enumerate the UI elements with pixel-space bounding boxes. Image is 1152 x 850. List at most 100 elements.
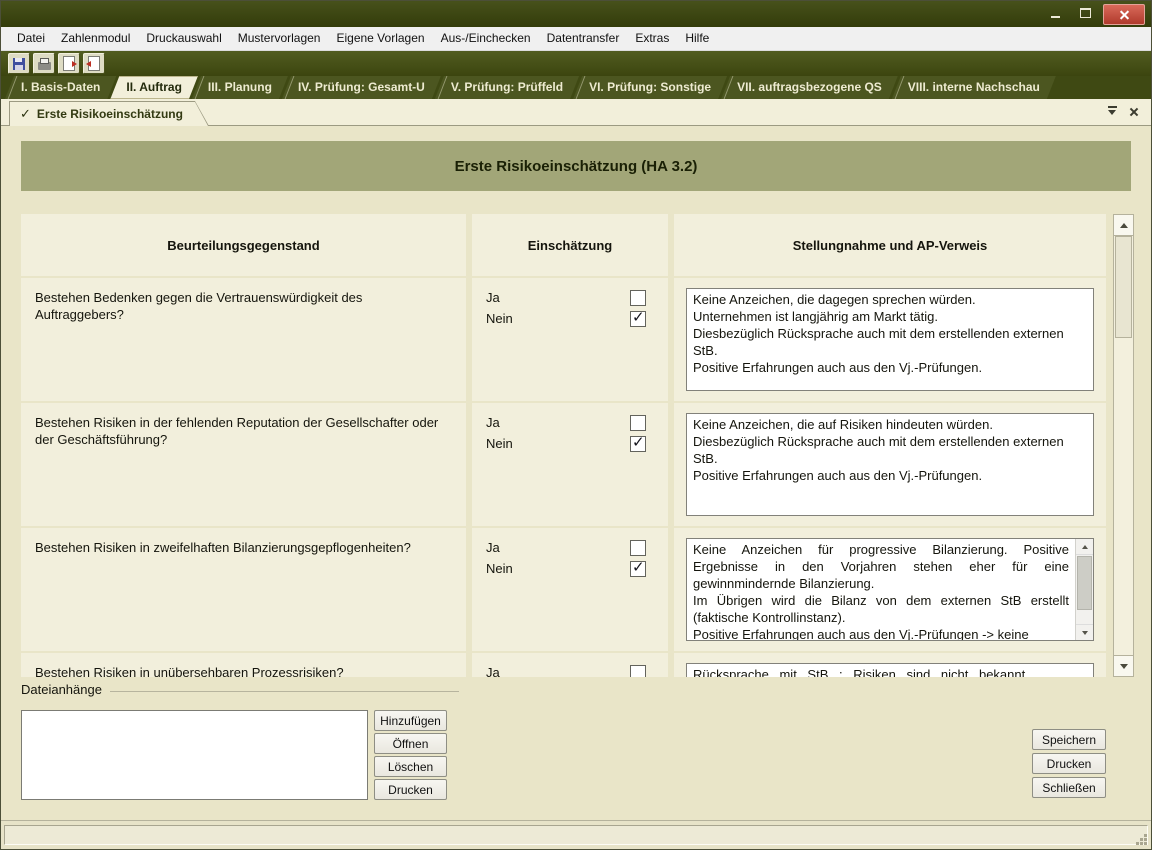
status-bar bbox=[1, 820, 1151, 849]
resize-grip[interactable] bbox=[1135, 833, 1148, 846]
loeschen-button[interactable]: Löschen bbox=[374, 756, 447, 777]
scroll-down-icon[interactable] bbox=[1114, 655, 1133, 676]
statement-textbox[interactable]: Keine Anzeichen, die auf Risiken hindeut… bbox=[686, 413, 1094, 516]
question-text: Bestehen Bedenken gegen die Vertrauenswü… bbox=[21, 278, 466, 323]
ja-checkbox[interactable] bbox=[630, 665, 646, 678]
title-bar bbox=[1, 1, 1151, 27]
tab-basis-daten[interactable]: I. Basis-Daten bbox=[5, 76, 116, 99]
scrollbar-thumb[interactable] bbox=[1077, 556, 1092, 610]
nein-checkbox[interactable] bbox=[630, 311, 646, 327]
statement-textbox[interactable]: Keine Anzeichen für progressive Bilanzie… bbox=[686, 538, 1094, 641]
menu-bar: Datei Zahlenmodul Druckauswahl Mustervor… bbox=[1, 27, 1151, 51]
ja-label: Ja bbox=[486, 290, 500, 305]
checkin-button[interactable] bbox=[83, 53, 105, 74]
assessment-cell: Ja bbox=[472, 653, 668, 677]
menu-item-eigene-vorlagen[interactable]: Eigene Vorlagen bbox=[328, 27, 432, 50]
tab-interne-nachschau[interactable]: VIII. interne Nachschau bbox=[892, 76, 1056, 99]
question-text: Bestehen Risiken in unübersehbaren Proze… bbox=[21, 653, 466, 677]
menu-item-datei[interactable]: Datei bbox=[9, 27, 53, 50]
attachments-listbox[interactable] bbox=[21, 710, 368, 800]
nein-label: Nein bbox=[486, 311, 513, 326]
nein-checkbox[interactable] bbox=[630, 561, 646, 577]
menu-item-mustervorlagen[interactable]: Mustervorlagen bbox=[230, 27, 329, 50]
col-header-beurteilungsgegenstand: Beurteilungsgegenstand bbox=[21, 214, 466, 276]
document-tab-row: ✓ Erste Risikoeinschätzung bbox=[1, 99, 1151, 126]
close-document-icon[interactable] bbox=[1129, 107, 1139, 117]
attachments-group-label: Dateianhänge bbox=[21, 682, 102, 697]
question-cell: Bestehen Risiken in zweifelhaften Bilanz… bbox=[21, 528, 466, 651]
menu-item-zahlenmodul[interactable]: Zahlenmodul bbox=[53, 27, 138, 50]
hinzufuegen-button[interactable]: Hinzufügen bbox=[374, 710, 447, 731]
subtab-label: Erste Risikoeinschätzung bbox=[37, 107, 183, 121]
ja-checkbox[interactable] bbox=[630, 290, 646, 306]
check-icon: ✓ bbox=[20, 106, 31, 122]
menu-item-druckauswahl[interactable]: Druckauswahl bbox=[138, 27, 229, 50]
statement-cell: Keine Anzeichen für progressive Bilanzie… bbox=[674, 528, 1106, 651]
statement-textbox[interactable]: Rücksprache mit StB : Risiken sind nicht… bbox=[686, 663, 1094, 677]
question-cell: Bestehen Risiken in unübersehbaren Proze… bbox=[21, 653, 466, 677]
groupbox-line bbox=[110, 691, 459, 692]
question-text: Bestehen Risiken in zweifelhaften Bilanz… bbox=[21, 528, 466, 556]
tab-auftragsbezogene-qs[interactable]: VII. auftragsbezogene QS bbox=[721, 76, 898, 99]
nein-label: Nein bbox=[486, 561, 513, 576]
tab-planung[interactable]: III. Planung bbox=[192, 76, 288, 99]
statement-textbox[interactable]: Keine Anzeichen, die dagegen sprechen wü… bbox=[686, 288, 1094, 391]
tab-label: V. Prüfung: Prüffeld bbox=[451, 80, 563, 94]
statement-text: Keine Anzeichen, die auf Risiken hindeut… bbox=[687, 414, 1093, 484]
tab-label: VI. Prüfung: Sonstige bbox=[589, 80, 711, 94]
menu-item-aus-einchecken[interactable]: Aus-/Einchecken bbox=[433, 27, 539, 50]
minimize-button[interactable] bbox=[1043, 4, 1068, 22]
statement-text: Rücksprache mit StB : Risiken sind nicht… bbox=[687, 664, 1093, 677]
ja-label: Ja bbox=[486, 415, 500, 430]
scroll-up-icon[interactable] bbox=[1076, 539, 1093, 555]
subtab-erste-risikoeinschaetzung[interactable]: ✓ Erste Risikoeinschätzung bbox=[9, 101, 209, 126]
oeffnen-button[interactable]: Öffnen bbox=[374, 733, 447, 754]
menu-item-hilfe[interactable]: Hilfe bbox=[677, 27, 717, 50]
question-cell: Bestehen Risiken in der fehlenden Reputa… bbox=[21, 403, 466, 526]
close-button[interactable] bbox=[1103, 4, 1145, 25]
maximize-icon bbox=[1080, 8, 1091, 18]
main-scrollbar[interactable] bbox=[1113, 214, 1134, 677]
tab-label: IV. Prüfung: Gesamt-U bbox=[298, 80, 425, 94]
schliessen-button[interactable]: Schließen bbox=[1032, 777, 1106, 798]
statement-text: Keine Anzeichen für progressive Bilanzie… bbox=[687, 539, 1075, 641]
statement-cell: Keine Anzeichen, die dagegen sprechen wü… bbox=[674, 278, 1106, 401]
drucken-attach-button[interactable]: Drucken bbox=[374, 779, 447, 800]
tab-pruefung-prueffeld[interactable]: V. Prüfung: Prüffeld bbox=[435, 76, 579, 99]
tab-pruefung-sonstige[interactable]: VI. Prüfung: Sonstige bbox=[573, 76, 727, 99]
nein-label: Nein bbox=[486, 436, 513, 451]
save-icon bbox=[13, 58, 25, 70]
textbox-scrollbar[interactable] bbox=[1075, 539, 1093, 640]
print-icon bbox=[38, 62, 51, 70]
statement-cell: Keine Anzeichen, die auf Risiken hindeut… bbox=[674, 403, 1106, 526]
tab-pruefung-gesamt-u[interactable]: IV. Prüfung: Gesamt-U bbox=[282, 76, 441, 99]
scrollbar-thumb[interactable] bbox=[1115, 236, 1132, 338]
nein-checkbox[interactable] bbox=[630, 436, 646, 452]
menu-item-datentransfer[interactable]: Datentransfer bbox=[539, 27, 628, 50]
drucken-button[interactable]: Drucken bbox=[1032, 753, 1106, 774]
scroll-up-icon[interactable] bbox=[1114, 215, 1133, 236]
statement-cell: Rücksprache mit StB : Risiken sind nicht… bbox=[674, 653, 1106, 677]
ja-checkbox[interactable] bbox=[630, 415, 646, 431]
menu-item-extras[interactable]: Extras bbox=[627, 27, 677, 50]
close-icon bbox=[1119, 9, 1130, 20]
checkout-button[interactable] bbox=[58, 53, 80, 74]
collapse-icon[interactable] bbox=[1108, 106, 1117, 117]
maximize-button[interactable] bbox=[1073, 4, 1098, 22]
assessment-cell: Ja Nein bbox=[472, 403, 668, 526]
checkout-icon bbox=[63, 56, 75, 71]
tab-auftrag[interactable]: II. Auftrag bbox=[110, 76, 198, 99]
tab-label: II. Auftrag bbox=[126, 80, 182, 94]
ja-checkbox[interactable] bbox=[630, 540, 646, 556]
save-button[interactable] bbox=[8, 53, 30, 74]
attachments-group: Dateianhänge bbox=[21, 682, 459, 697]
tab-label: I. Basis-Daten bbox=[21, 80, 100, 94]
statement-text: Keine Anzeichen, die dagegen sprechen wü… bbox=[687, 289, 1093, 376]
speichern-button[interactable]: Speichern bbox=[1032, 729, 1106, 750]
scroll-down-icon[interactable] bbox=[1076, 624, 1093, 640]
main-tab-bar: I. Basis-Daten II. Auftrag III. Planung … bbox=[1, 76, 1151, 99]
assessment-cell: Ja Nein bbox=[472, 528, 668, 651]
print-button[interactable] bbox=[33, 53, 55, 74]
assessment-table: Beurteilungsgegenstand Einschätzung Stel… bbox=[21, 214, 1106, 677]
question-cell: Bestehen Bedenken gegen die Vertrauenswü… bbox=[21, 278, 466, 401]
